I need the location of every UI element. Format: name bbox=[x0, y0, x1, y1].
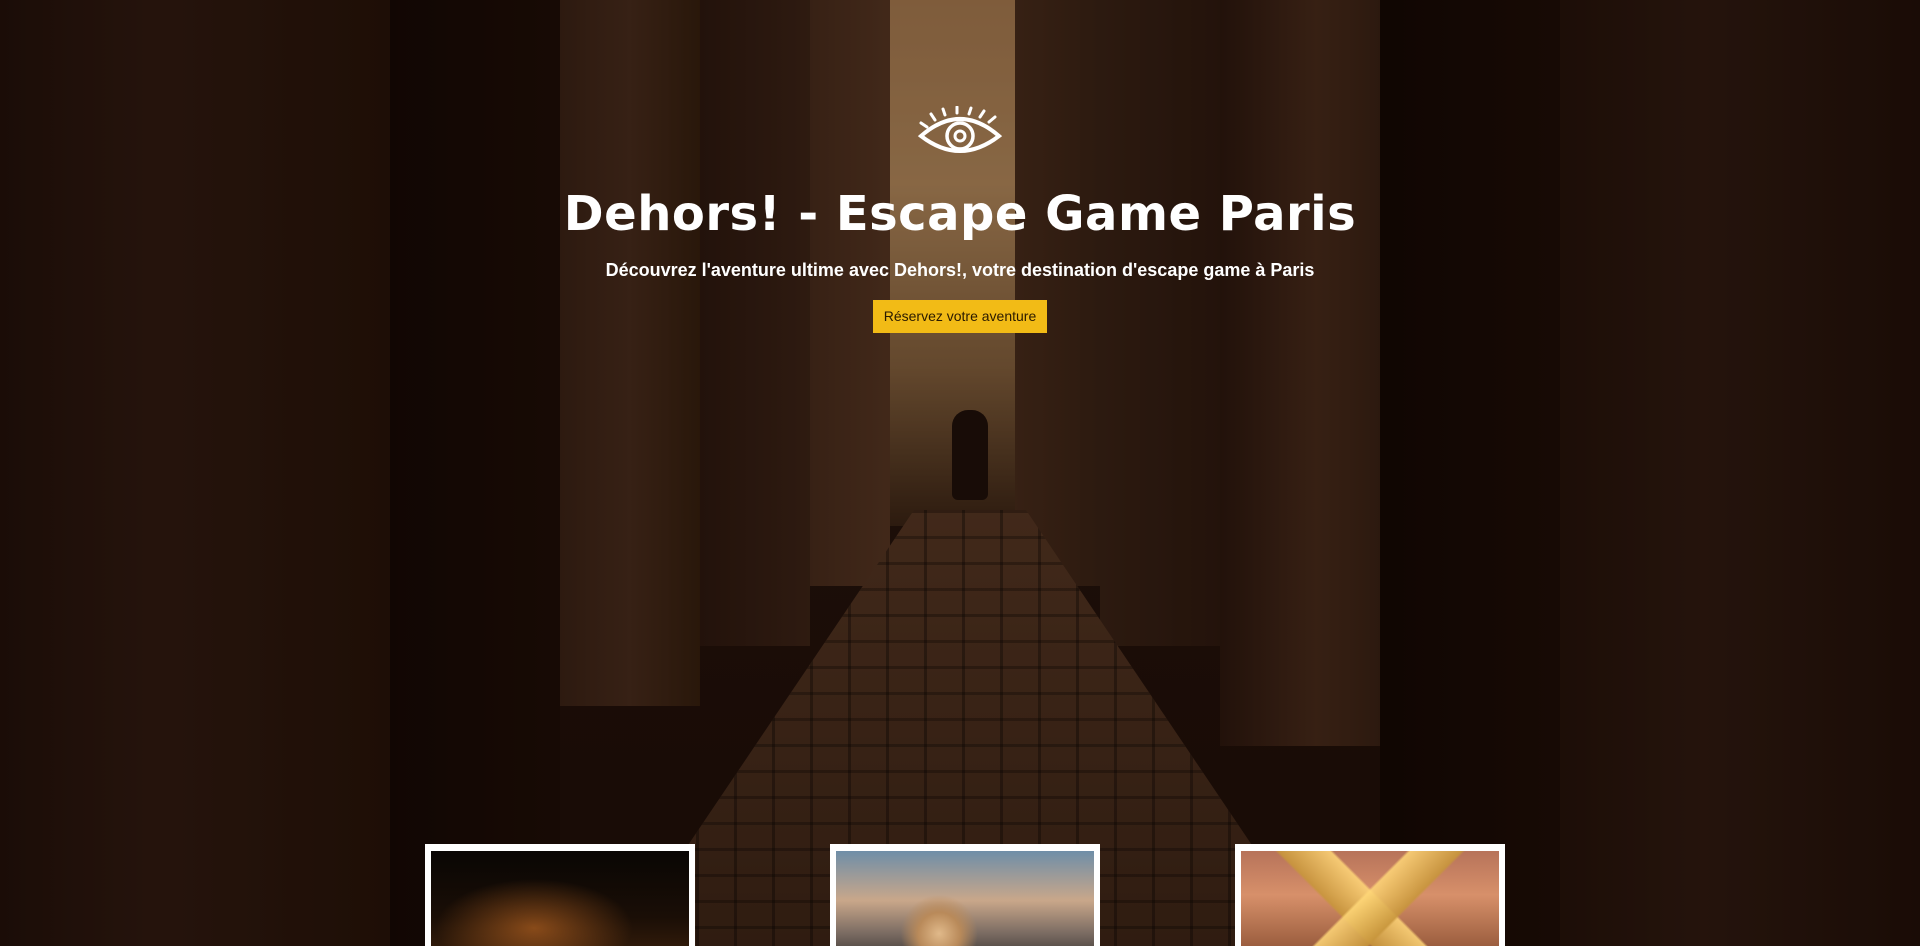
book-adventure-button[interactable]: Réservez votre aventure bbox=[872, 300, 1048, 333]
hero-content: Dehors! - Escape Game Paris Découvrez l'… bbox=[0, 0, 1920, 333]
eye-icon bbox=[917, 106, 1003, 153]
astronaut-cockpit-image bbox=[836, 851, 1094, 946]
page-subtitle: Découvrez l'aventure ultime avec Dehors!… bbox=[605, 260, 1315, 280]
hero-section: Dehors! - Escape Game Paris Découvrez l'… bbox=[0, 0, 1920, 946]
page-title: Dehors! - Escape Game Paris bbox=[563, 186, 1357, 242]
game-card[interactable] bbox=[1235, 844, 1505, 946]
louvre-pyramid-image bbox=[1241, 851, 1499, 946]
games-card-list bbox=[0, 844, 1920, 946]
castle-night-image bbox=[431, 851, 689, 946]
game-card[interactable] bbox=[425, 844, 695, 946]
game-card[interactable] bbox=[830, 844, 1100, 946]
